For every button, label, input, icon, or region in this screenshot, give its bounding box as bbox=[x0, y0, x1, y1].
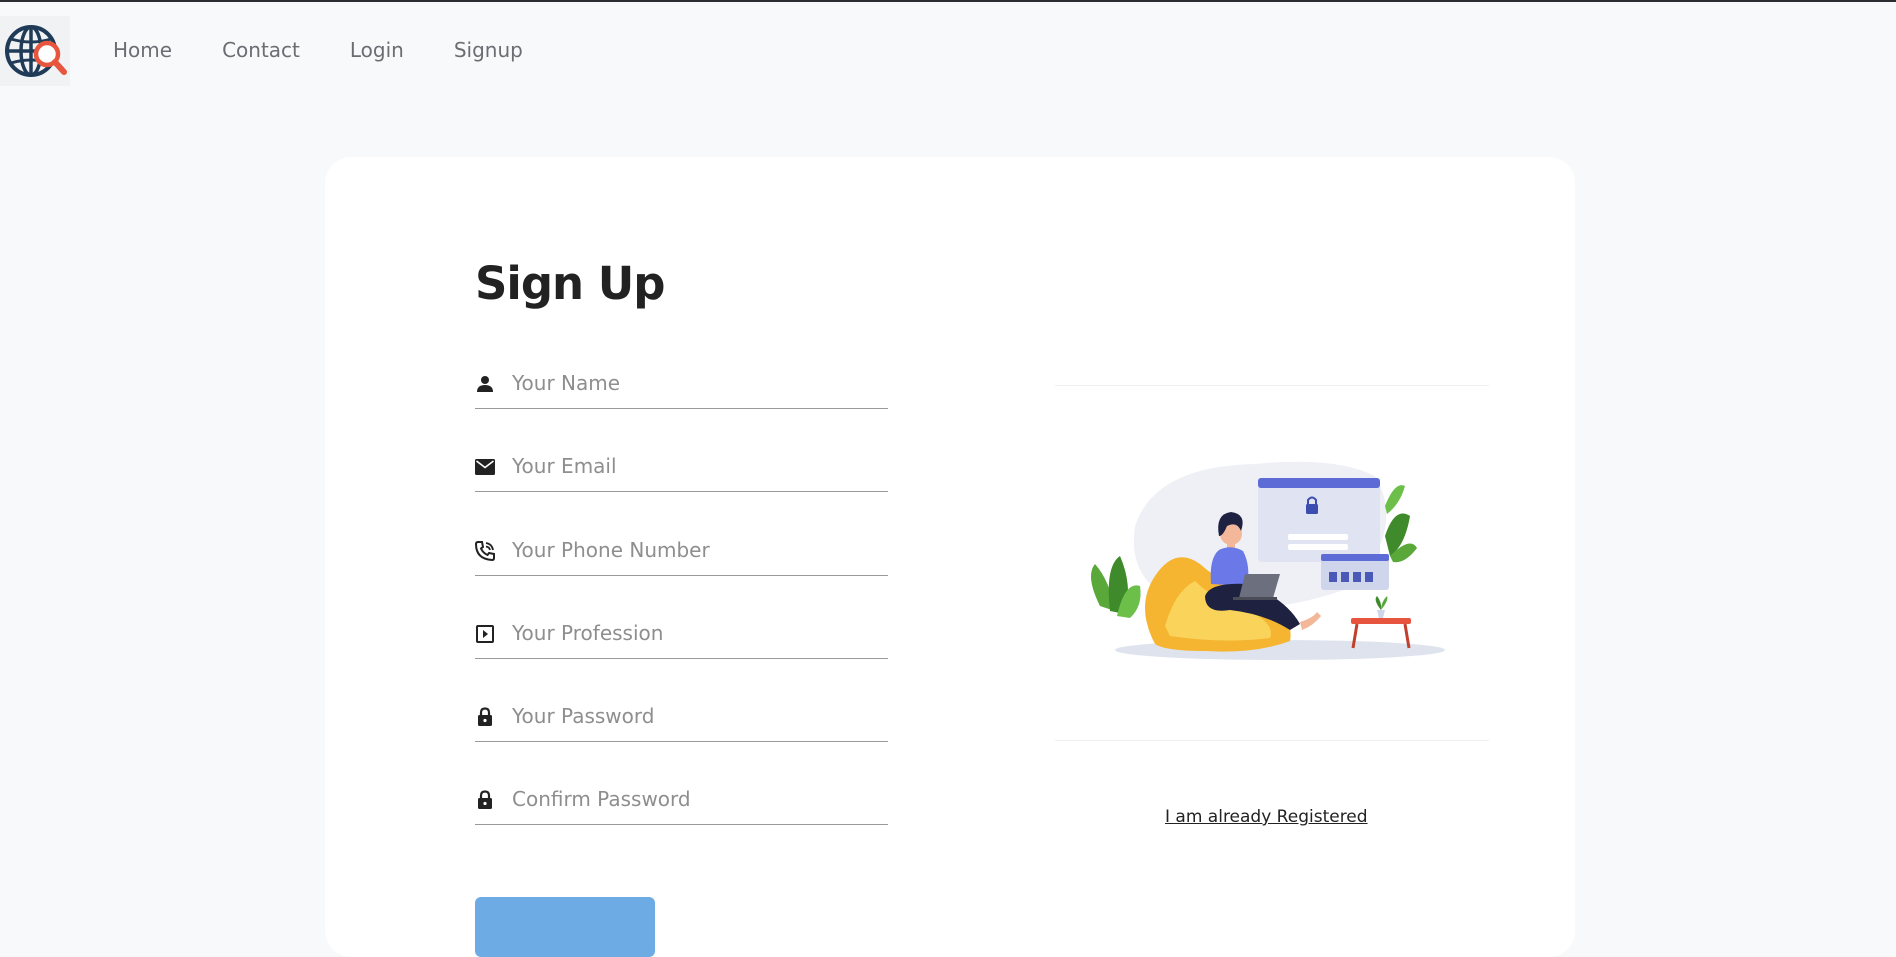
logo[interactable] bbox=[0, 16, 70, 86]
lock-icon bbox=[475, 707, 495, 727]
name-input[interactable] bbox=[512, 367, 882, 399]
lock-icon bbox=[475, 790, 495, 810]
phone-icon bbox=[475, 541, 495, 561]
email-input[interactable] bbox=[512, 450, 882, 482]
page-title: Sign Up bbox=[475, 257, 666, 310]
navbar: Home Contact Login Signup bbox=[0, 2, 1896, 98]
globe-search-icon bbox=[5, 25, 67, 77]
phone-field-row bbox=[475, 530, 888, 576]
name-field-row bbox=[475, 363, 888, 409]
profession-field-row bbox=[475, 613, 888, 659]
signup-illustration bbox=[1055, 385, 1489, 741]
email-icon bbox=[475, 457, 495, 477]
password-input[interactable] bbox=[512, 700, 882, 732]
already-registered-link[interactable]: I am already Registered bbox=[1165, 807, 1368, 827]
confirm-password-field-row bbox=[475, 779, 888, 825]
nav-link-contact[interactable]: Contact bbox=[222, 38, 300, 62]
nav-link-signup[interactable]: Signup bbox=[454, 38, 523, 62]
profession-input[interactable] bbox=[512, 617, 882, 649]
phone-input[interactable] bbox=[512, 534, 882, 566]
confirm-password-input[interactable] bbox=[512, 783, 882, 815]
nav-links: Home Contact Login Signup bbox=[113, 2, 573, 98]
email-field-row bbox=[475, 446, 888, 492]
register-button[interactable] bbox=[475, 897, 655, 957]
profession-icon bbox=[475, 624, 495, 644]
nav-link-login[interactable]: Login bbox=[350, 38, 404, 62]
signup-card: Sign Up Your Name Your Email Your Phone … bbox=[325, 157, 1575, 957]
password-field-row bbox=[475, 696, 888, 742]
person-icon bbox=[475, 374, 495, 394]
nav-link-home[interactable]: Home bbox=[113, 38, 172, 62]
